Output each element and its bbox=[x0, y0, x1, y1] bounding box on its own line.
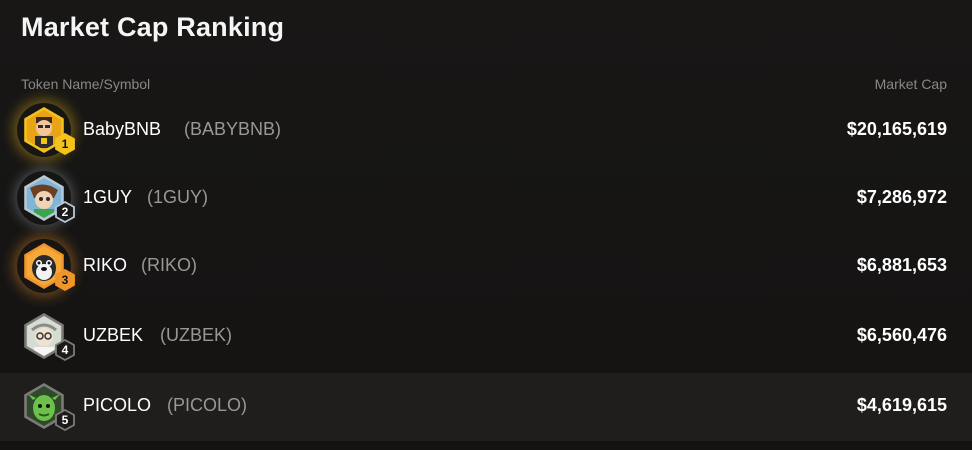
token-market-cap: $4,619,615 bbox=[856, 395, 947, 415]
token-avatar: 3 bbox=[21, 243, 75, 291]
token-avatar: 1 bbox=[21, 107, 75, 155]
token-market-cap: $20,165,619 bbox=[846, 119, 947, 139]
token-name: UZBEK bbox=[83, 325, 144, 345]
token-market-cap: $7,286,972 bbox=[856, 187, 947, 207]
token-name: PICOLO bbox=[83, 395, 152, 415]
token-row[interactable]: 4 UZBEK (UZBEK) $6,560,476 bbox=[0, 303, 972, 371]
token-avatar: 5 bbox=[21, 383, 75, 431]
token-market-cap: $6,881,653 bbox=[856, 255, 947, 275]
market-cap-panel: Market Cap Ranking Token Name/Symbol Mar… bbox=[0, 0, 972, 450]
token-symbol: (1GUY) bbox=[147, 187, 209, 207]
token-symbol: (UZBEK) bbox=[160, 325, 232, 345]
token-symbol: (PICOLO) bbox=[167, 395, 248, 415]
column-header-market-cap: Market Cap bbox=[874, 76, 947, 92]
token-avatar: 4 bbox=[21, 313, 75, 361]
token-name: BabyBNB bbox=[83, 119, 162, 139]
token-row[interactable]: 3 RIKO (RIKO) $6,881,653 bbox=[0, 233, 972, 301]
token-symbol: (BABYBNB) bbox=[184, 119, 282, 139]
column-header-token: Token Name/Symbol bbox=[21, 76, 151, 92]
token-row[interactable]: 2 1GUY (1GUY) $7,286,972 bbox=[0, 165, 972, 233]
token-symbol: (RIKO) bbox=[141, 255, 197, 275]
token-market-cap: $6,560,476 bbox=[856, 325, 947, 345]
token-row[interactable]: 5 PICOLO (PICOLO) $4,619,615 bbox=[0, 373, 972, 441]
token-avatar: 2 bbox=[21, 175, 75, 223]
token-row[interactable]: 1 BabyBNB (BABYBNB) $20,165,619 bbox=[0, 97, 972, 165]
token-name: 1GUY bbox=[83, 187, 133, 207]
page-title: Market Cap Ranking bbox=[21, 12, 285, 42]
token-name: RIKO bbox=[83, 255, 128, 275]
